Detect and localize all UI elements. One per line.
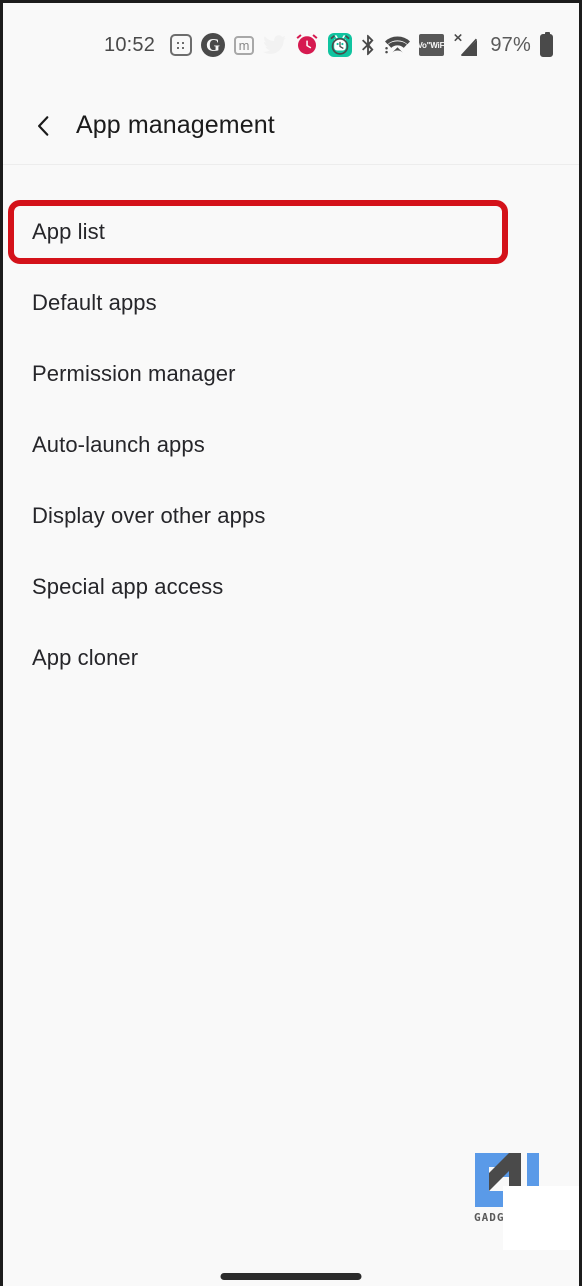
vowifi-line2: WiFi <box>430 40 447 50</box>
keypad-icon <box>170 34 193 56</box>
bluetooth-icon <box>360 34 376 56</box>
list-item-permission-manager[interactable]: Permission manager <box>3 338 579 409</box>
vowifi-icon: Vo" WiFi <box>417 34 447 56</box>
list-item-label: Permission manager <box>32 360 236 386</box>
home-indicator[interactable] <box>220 1273 362 1280</box>
vowifi-line1: Vo" <box>417 40 431 50</box>
phone-screen: 10:52 G m Vo" WiFi 97% App management Ap… <box>0 0 582 1286</box>
list-item-app-cloner[interactable]: App cloner <box>3 622 579 693</box>
status-bar-right-group: Vo" WiFi 97% <box>329 31 553 57</box>
list-item-app-list[interactable]: App list <box>3 196 579 267</box>
page-title: App management <box>76 111 275 139</box>
list-item-label: Special app access <box>32 573 224 599</box>
twitter-bird-icon <box>263 35 287 55</box>
alarm-clock-icon <box>329 34 351 56</box>
status-bar-left-group: 10:52 G m <box>104 33 353 57</box>
m-square-icon: m <box>234 35 255 55</box>
list-item-label: App list <box>32 218 105 244</box>
settings-list: App list Default apps Permission manager… <box>3 165 579 693</box>
navigation-bar <box>3 1250 579 1286</box>
list-item-auto-launch-apps[interactable]: Auto-launch apps <box>3 409 579 480</box>
battery-percent-label: 97% <box>490 33 531 56</box>
list-item-label: Auto-launch apps <box>32 431 205 457</box>
list-item-label: Default apps <box>32 289 157 315</box>
signal-bars-icon <box>453 33 479 57</box>
list-item-default-apps[interactable]: Default apps <box>3 267 579 338</box>
status-bar: 10:52 G m Vo" WiFi 97% <box>3 3 579 87</box>
list-item-display-over-other-apps[interactable]: Display over other apps <box>3 480 579 551</box>
list-item-label: Display over other apps <box>32 502 266 528</box>
watermark-text: GADG <box>474 1211 505 1224</box>
list-item-label: App cloner <box>32 644 139 670</box>
status-bar-clock: 10:52 <box>104 33 156 56</box>
back-button[interactable] <box>30 112 58 140</box>
list-item-special-app-access[interactable]: Special app access <box>3 551 579 622</box>
chevron-left-icon <box>38 115 49 136</box>
app-bar: App management <box>3 87 579 165</box>
wifi-icon <box>385 36 411 55</box>
alarm-red-icon <box>295 33 319 57</box>
battery-icon <box>540 31 553 57</box>
g-circle-icon: G <box>201 33 226 57</box>
